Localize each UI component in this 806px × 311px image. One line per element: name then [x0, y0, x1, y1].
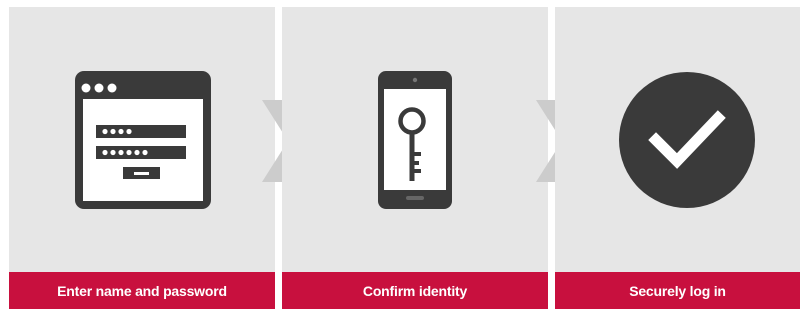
step-caption: Confirm identity	[282, 272, 548, 309]
checkmark-circle-icon	[555, 7, 800, 272]
step-caption: Securely log in	[555, 272, 800, 309]
step-secure-login: Securely log in	[555, 7, 800, 309]
step-caption: Enter name and password	[9, 272, 275, 309]
phone-key-icon	[282, 7, 548, 272]
step-enter-credentials: Enter name and password	[9, 7, 275, 309]
login-window-icon	[9, 7, 275, 272]
step-confirm-identity: Confirm identity	[282, 7, 548, 309]
login-steps-diagram: Enter name and password Confirm identity	[0, 0, 806, 311]
